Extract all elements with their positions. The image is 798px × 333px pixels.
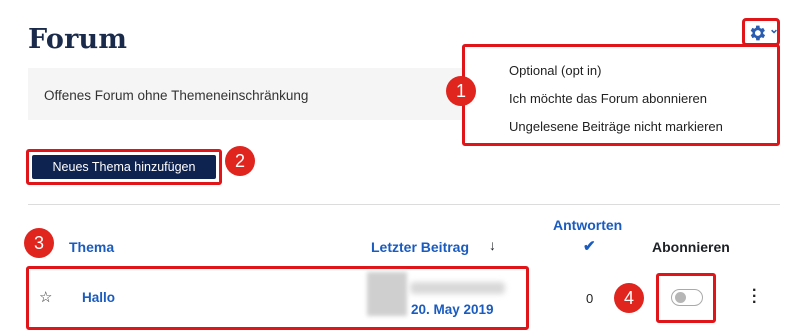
menu-item-unread-tracking[interactable]: Ungelesene Beiträge nicht markieren	[509, 119, 723, 134]
table-divider	[28, 204, 780, 205]
add-topic-button[interactable]: Neues Thema hinzufügen	[32, 155, 216, 179]
subscribe-toggle-highlight	[656, 273, 716, 323]
column-header-last-post[interactable]: Letzter Beitrag	[371, 239, 469, 255]
column-header-replies[interactable]: Antworten	[553, 217, 622, 233]
subscribe-toggle[interactable]	[671, 289, 703, 306]
menu-item-optional[interactable]: Optional (opt in)	[509, 63, 602, 78]
menu-item-subscribe-forum[interactable]: Ich möchte das Forum abonnieren	[509, 91, 707, 106]
annotation-badge-4: 4	[614, 283, 644, 313]
annotation-badge-1: 1	[446, 76, 476, 106]
replies-count: 0	[586, 291, 594, 306]
last-post-date[interactable]: 20. May 2019	[411, 302, 494, 317]
column-header-topic[interactable]: Thema	[69, 239, 114, 255]
toggle-knob	[675, 292, 686, 303]
settings-menu-button[interactable]: ⌄	[742, 18, 780, 46]
topic-link[interactable]: Hallo	[82, 290, 115, 305]
kebab-icon[interactable]: · · ·	[752, 283, 757, 311]
gear-icon	[750, 25, 766, 41]
column-header-subscribe: Abonnieren	[652, 239, 730, 255]
check-icon: ✔	[583, 238, 596, 255]
annotation-badge-2: 2	[225, 146, 255, 176]
blurred-author-name	[410, 282, 505, 294]
avatar	[367, 272, 407, 316]
settings-dropdown-menu: Optional (opt in) Ich möchte das Forum a…	[462, 44, 780, 146]
forum-description-box: Offenes Forum ohne Themeneinschränkung	[28, 68, 473, 120]
add-topic-highlight: Neues Thema hinzufügen	[26, 149, 222, 185]
sort-desc-icon: ↓	[489, 237, 496, 253]
star-outline-icon[interactable]: ☆	[39, 288, 52, 306]
caret-down-icon: ⌄	[769, 22, 780, 36]
page-title: Forum	[28, 24, 128, 55]
annotation-badge-3: 3	[24, 228, 54, 258]
forum-description: Offenes Forum ohne Themeneinschränkung	[44, 88, 309, 103]
